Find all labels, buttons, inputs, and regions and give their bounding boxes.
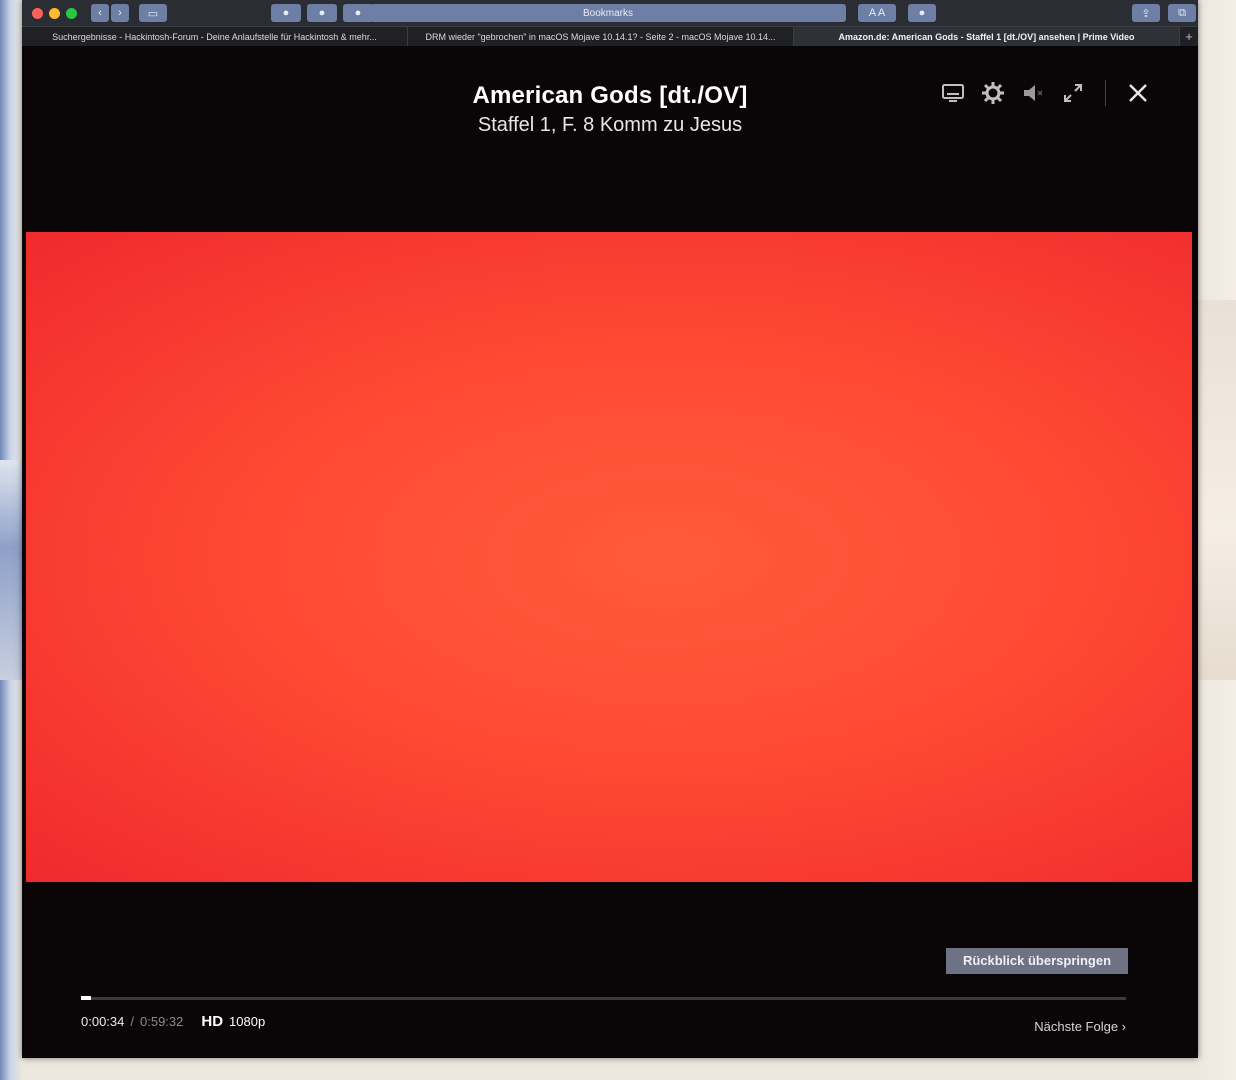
total-time: 0:59:32 — [140, 1014, 184, 1029]
controls-divider — [1105, 80, 1106, 106]
progress-bar[interactable] — [81, 996, 1126, 1000]
tab-prime-video[interactable]: Amazon.de: American Gods - Staffel 1 [dt… — [794, 27, 1180, 47]
gear-icon[interactable] — [981, 81, 1005, 105]
back-button[interactable]: ‹ — [91, 4, 109, 22]
address-bar[interactable]: Bookmarks — [370, 4, 846, 22]
subtitles-icon[interactable] — [941, 81, 965, 105]
share-button[interactable]: ⇪ — [1132, 4, 1160, 22]
forward-button[interactable]: › — [111, 4, 129, 22]
tab-drm-thread[interactable]: DRM wieder "gebrochen" in macOS Mojave 1… — [408, 27, 794, 47]
resolution-label: 1080p — [229, 1014, 266, 1029]
new-tab-button[interactable]: + — [1180, 27, 1198, 47]
player-top-controls — [941, 80, 1150, 106]
playback-info: 0:00:34 / 0:59:32 HD 1080p — [81, 1013, 265, 1030]
minimize-window-button[interactable] — [49, 7, 60, 19]
extension-button-1[interactable]: ● — [271, 4, 301, 22]
close-window-button[interactable] — [32, 7, 43, 19]
sidebar-button[interactable]: ▭ — [139, 4, 167, 22]
extension-button-4[interactable]: ● — [908, 4, 936, 22]
tab-bar: Suchergebnisse - Hackintosh-Forum - Dein… — [22, 26, 1198, 47]
fullscreen-icon[interactable] — [1061, 81, 1085, 105]
screen: ‹ › ▭ ● ● ● Bookmarks A A ● ⇪ ⧉ Sucherge… — [22, 0, 1198, 1058]
next-episode-link[interactable]: Nächste Folge › — [1034, 1019, 1126, 1034]
tab-hackintosh-search[interactable]: Suchergebnisse - Hackintosh-Forum - Dein… — [22, 27, 408, 47]
episode-subtitle: Staffel 1, F. 8 Komm zu Jesus — [477, 114, 743, 136]
zoom-window-button[interactable] — [66, 7, 77, 19]
time-separator: / — [130, 1014, 134, 1029]
tabs-overview-button[interactable]: ⧉ — [1168, 4, 1196, 22]
extension-button-2[interactable]: ● — [307, 4, 337, 22]
skip-recap-button[interactable]: Rückblick überspringen — [946, 948, 1128, 974]
hd-badge: HD — [201, 1013, 224, 1030]
progress-fill — [81, 996, 91, 1000]
reader-button[interactable]: A A — [858, 4, 896, 22]
browser-toolbar: ‹ › ▭ ● ● ● Bookmarks A A ● ⇪ ⧉ — [22, 0, 1198, 26]
volume-muted-icon[interactable] — [1021, 81, 1045, 105]
current-time: 0:00:34 — [81, 1014, 125, 1029]
video-frame[interactable] — [26, 232, 1192, 882]
close-icon[interactable] — [1126, 81, 1150, 105]
extension-button-3[interactable]: ● — [343, 4, 373, 22]
video-player[interactable]: American Gods [dt./OV] Staffel 1, F. 8 K… — [22, 46, 1198, 1058]
window-controls — [32, 7, 77, 19]
